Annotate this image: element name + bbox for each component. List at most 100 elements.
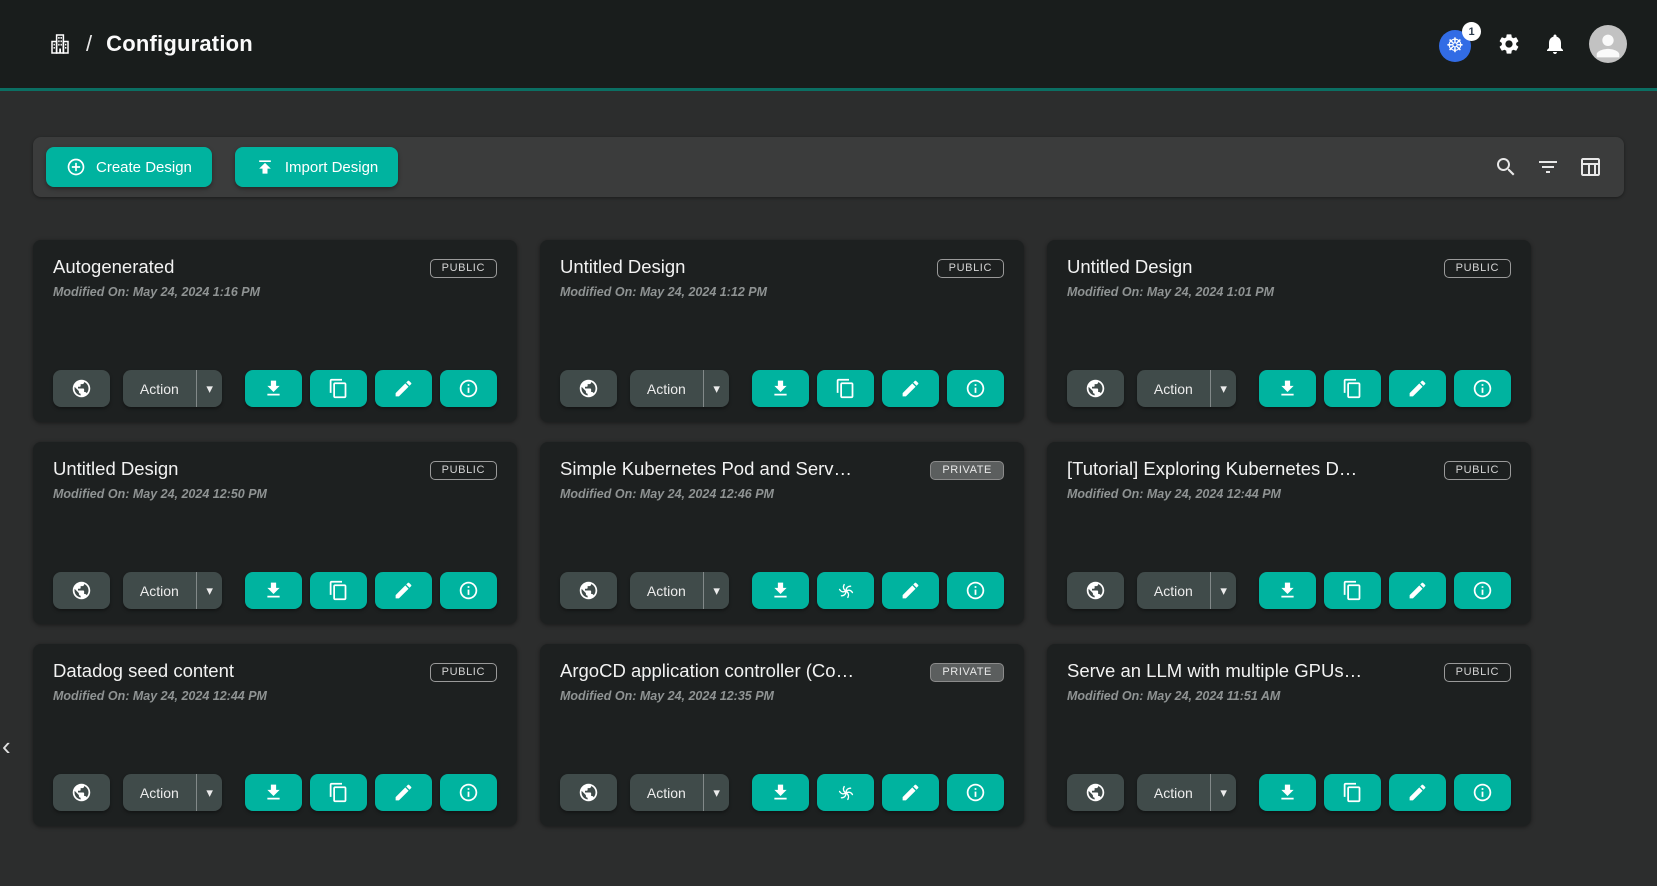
clone-button[interactable] <box>817 370 874 407</box>
design-swirl-button[interactable] <box>817 572 874 609</box>
modified-on-text: Modified On: May 24, 2024 12:44 PM <box>53 689 497 703</box>
visibility-globe-button[interactable] <box>53 774 110 811</box>
sidebar-collapse-chevron[interactable]: ‹ <box>2 733 11 759</box>
clone-button[interactable] <box>310 370 367 407</box>
copy-icon <box>328 782 349 803</box>
clone-button[interactable] <box>310 774 367 811</box>
table-view-icon[interactable] <box>1578 155 1602 179</box>
action-dropdown-caret[interactable]: ▾ <box>196 572 223 609</box>
action-dropdown-caret[interactable]: ▾ <box>196 774 223 811</box>
add-circle-icon <box>66 157 86 177</box>
edit-button[interactable] <box>375 572 432 609</box>
download-button[interactable] <box>752 370 809 407</box>
edit-button[interactable] <box>882 572 939 609</box>
pencil-icon <box>1407 580 1428 601</box>
download-button[interactable] <box>752 774 809 811</box>
visibility-globe-button[interactable] <box>53 572 110 609</box>
edit-button[interactable] <box>1389 572 1446 609</box>
action-button[interactable]: Action <box>630 370 703 407</box>
action-button[interactable]: Action <box>630 572 703 609</box>
design-title: Simple Kubernetes Pod and Serv… <box>560 458 852 480</box>
pencil-icon <box>900 378 921 399</box>
info-button[interactable] <box>1454 774 1511 811</box>
kubernetes-context-badge: 1 <box>1462 22 1481 41</box>
action-dropdown-caret[interactable]: ▾ <box>1210 572 1237 609</box>
action-button[interactable]: Action <box>123 370 196 407</box>
design-title: [Tutorial] Exploring Kubernetes D… <box>1067 458 1357 480</box>
clone-button[interactable] <box>1324 572 1381 609</box>
visibility-badge: PRIVATE <box>930 663 1004 682</box>
settings-gear-icon[interactable] <box>1497 32 1521 56</box>
create-design-button[interactable]: Create Design <box>46 147 212 187</box>
edit-button[interactable] <box>882 774 939 811</box>
visibility-badge: PUBLIC <box>937 259 1004 278</box>
visibility-globe-button[interactable] <box>560 572 617 609</box>
design-card: Untitled Design PUBLIC Modified On: May … <box>1047 240 1531 422</box>
action-button[interactable]: Action <box>123 774 196 811</box>
modified-on-text: Modified On: May 24, 2024 1:16 PM <box>53 285 497 299</box>
design-swirl-button[interactable] <box>817 774 874 811</box>
action-button[interactable]: Action <box>1137 572 1210 609</box>
action-button[interactable]: Action <box>1137 774 1210 811</box>
visibility-globe-button[interactable] <box>53 370 110 407</box>
caret-down-icon: ▾ <box>1220 785 1227 801</box>
action-button[interactable]: Action <box>630 774 703 811</box>
info-icon <box>458 580 479 601</box>
kubernetes-context-button[interactable]: ☸ 1 <box>1439 26 1475 62</box>
notifications-bell-icon[interactable] <box>1543 32 1567 56</box>
action-dropdown-caret[interactable]: ▾ <box>703 370 730 407</box>
info-button[interactable] <box>1454 572 1511 609</box>
toolbar-view-controls <box>1494 155 1602 179</box>
import-design-button[interactable]: Import Design <box>235 147 398 187</box>
edit-button[interactable] <box>375 774 432 811</box>
action-button[interactable]: Action <box>123 572 196 609</box>
clone-button[interactable] <box>1324 774 1381 811</box>
action-dropdown-caret[interactable]: ▾ <box>703 572 730 609</box>
organization-building-icon[interactable] <box>48 32 72 56</box>
download-icon <box>263 782 284 803</box>
search-icon[interactable] <box>1494 155 1518 179</box>
user-avatar[interactable] <box>1589 25 1627 63</box>
info-button[interactable] <box>440 370 497 407</box>
visibility-globe-button[interactable] <box>560 370 617 407</box>
info-button[interactable] <box>440 572 497 609</box>
info-button[interactable] <box>440 774 497 811</box>
edit-button[interactable] <box>1389 370 1446 407</box>
action-dropdown-caret[interactable]: ▾ <box>703 774 730 811</box>
visibility-globe-button[interactable] <box>1067 774 1124 811</box>
action-dropdown-caret[interactable]: ▾ <box>1210 370 1237 407</box>
design-card: [Tutorial] Exploring Kubernetes D… PUBLI… <box>1047 442 1531 624</box>
download-button[interactable] <box>1259 370 1316 407</box>
design-title: Autogenerated <box>53 256 174 278</box>
filter-icon[interactable] <box>1536 155 1560 179</box>
info-button[interactable] <box>947 774 1004 811</box>
visibility-globe-button[interactable] <box>1067 370 1124 407</box>
download-button[interactable] <box>1259 774 1316 811</box>
clone-button[interactable] <box>1324 370 1381 407</box>
design-card-actions: Action ▾ <box>560 572 1004 609</box>
designs-toolbar: Create Design Import Design <box>33 137 1624 197</box>
download-button[interactable] <box>752 572 809 609</box>
copy-icon <box>1342 580 1363 601</box>
info-button[interactable] <box>947 572 1004 609</box>
action-dropdown-caret[interactable]: ▾ <box>1210 774 1237 811</box>
download-button[interactable] <box>1259 572 1316 609</box>
copy-icon <box>1342 378 1363 399</box>
edit-button[interactable] <box>1389 774 1446 811</box>
edit-button[interactable] <box>375 370 432 407</box>
download-button[interactable] <box>245 774 302 811</box>
info-button[interactable] <box>1454 370 1511 407</box>
edit-button[interactable] <box>882 370 939 407</box>
modified-on-text: Modified On: May 24, 2024 12:35 PM <box>560 689 1004 703</box>
visibility-globe-button[interactable] <box>1067 572 1124 609</box>
action-button[interactable]: Action <box>1137 370 1210 407</box>
info-button[interactable] <box>947 370 1004 407</box>
visibility-globe-button[interactable] <box>560 774 617 811</box>
swirl-icon <box>835 580 857 602</box>
action-dropdown-caret[interactable]: ▾ <box>196 370 223 407</box>
pencil-icon <box>393 782 414 803</box>
download-button[interactable] <box>245 572 302 609</box>
download-button[interactable] <box>245 370 302 407</box>
design-title: Untitled Design <box>560 256 685 278</box>
clone-button[interactable] <box>310 572 367 609</box>
